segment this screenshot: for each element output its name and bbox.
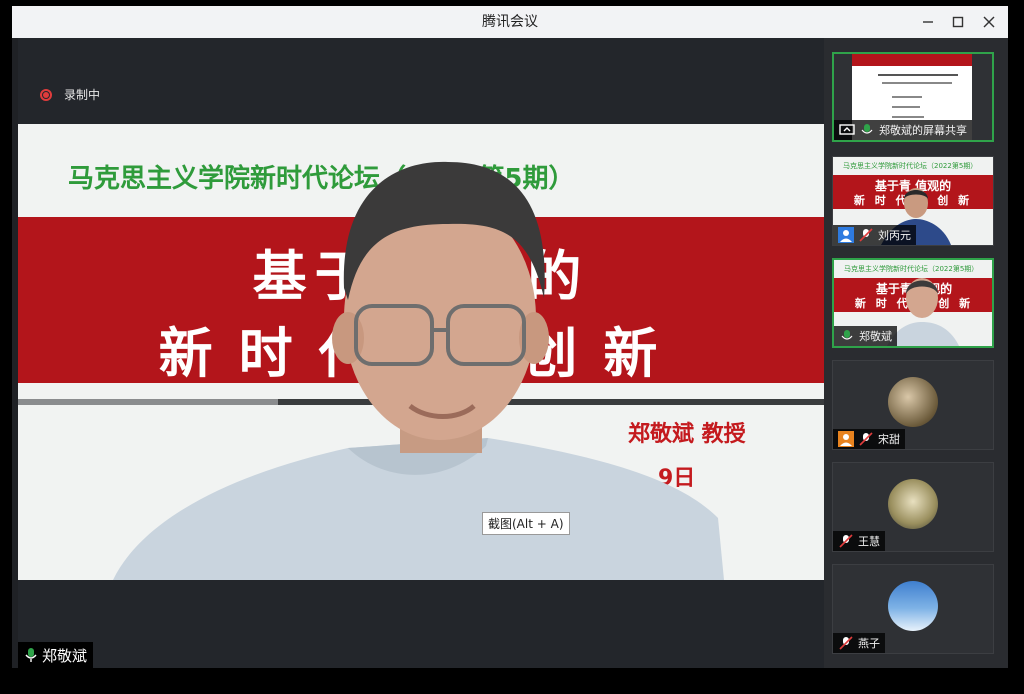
- participant-tile-zheng[interactable]: 马克思主义学院新时代论坛（2022第5期） 基于青 值观的 新 时 代 课 创 …: [832, 258, 994, 348]
- main-video-area[interactable]: 录制中 马克思主义学院新时代论坛（2022第5期） 基于青 观的 新时代 课创新…: [18, 38, 824, 668]
- participant-name: 刘丙元: [878, 229, 911, 242]
- participant-tile-liu[interactable]: 马克思主义学院新时代论坛（2022第5期） 基于青 值观的 新 时 代 课 创 …: [832, 156, 994, 246]
- tile-label: 刘丙元: [833, 225, 916, 245]
- mic-muted-icon: [839, 636, 853, 650]
- maximize-icon[interactable]: [947, 12, 969, 32]
- speaker-name: 郑敬斌: [42, 646, 88, 665]
- participant-name: 郑敬斌的屏幕共享: [879, 124, 967, 137]
- tile-label: 郑敬斌: [834, 326, 897, 346]
- user-icon: [838, 227, 854, 243]
- participant-avatar: [888, 479, 938, 529]
- participant-tile-wang[interactable]: 王慧: [832, 462, 994, 552]
- participant-name: 宋甜: [878, 433, 900, 446]
- participant-avatar: [888, 377, 938, 427]
- participant-avatar: [888, 581, 938, 631]
- tile-label: 郑敬斌的屏幕共享: [834, 120, 972, 140]
- close-icon[interactable]: [978, 12, 1000, 32]
- participant-tile-yanzi[interactable]: 燕子: [832, 564, 994, 654]
- participant-sidebar: 郑敬斌的屏幕共享 马克思主义学院新时代论坛（2022第5期） 基于青 值观的 新…: [824, 38, 1008, 668]
- speaker-name-tag: 郑敬斌: [18, 642, 94, 668]
- window-title: 腾讯会议: [482, 14, 538, 30]
- participant-name: 王慧: [858, 535, 880, 548]
- mic-icon: [861, 124, 873, 134]
- mic-icon: [841, 330, 853, 340]
- mini-slide-top: 马克思主义学院新时代论坛（2022第5期）: [843, 162, 978, 170]
- tile-label: 宋甜: [833, 429, 905, 449]
- participant-name: 燕子: [858, 637, 880, 650]
- meeting-window: 腾讯会议 录制中 马克思主义学院新时代论坛（2022第5期） 基于青 观的 新时…: [12, 6, 1008, 668]
- tile-label: 王慧: [833, 531, 885, 551]
- mic-muted-icon: [859, 432, 873, 446]
- participant-name: 郑敬斌: [859, 330, 892, 343]
- title-bar: 腾讯会议: [12, 6, 1008, 38]
- mic-muted-icon: [839, 534, 853, 548]
- user-icon: [838, 431, 854, 447]
- minimize-icon[interactable]: [917, 12, 939, 32]
- mic-icon: [25, 648, 37, 662]
- screenshot-tooltip: 截图(Alt + A): [482, 512, 570, 535]
- participant-tile-screen-share[interactable]: 郑敬斌的屏幕共享: [832, 52, 994, 142]
- speaker-video: [113, 161, 724, 580]
- tile-label: 燕子: [833, 633, 885, 653]
- participant-tile-song[interactable]: 宋甜: [832, 360, 994, 450]
- screen-share-icon: [839, 124, 855, 135]
- mic-muted-icon: [859, 228, 873, 242]
